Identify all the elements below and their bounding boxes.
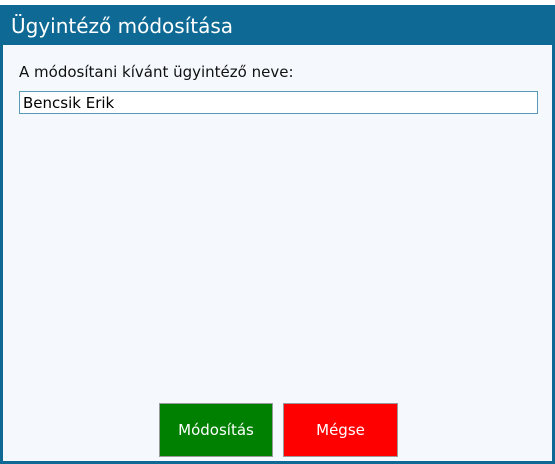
modify-clerk-dialog: Ügyintéző módosítása A módosítani kívánt…	[0, 5, 555, 464]
modify-button[interactable]: Módosítás	[159, 403, 273, 457]
dialog-title-bar: Ügyintéző módosítása	[3, 8, 552, 45]
clerk-name-label: A módosítani kívánt ügyintéző neve:	[19, 63, 294, 81]
clerk-name-input[interactable]	[19, 91, 538, 114]
cancel-button[interactable]: Mégse	[283, 403, 398, 457]
dialog-title: Ügyintéző módosítása	[11, 14, 234, 38]
